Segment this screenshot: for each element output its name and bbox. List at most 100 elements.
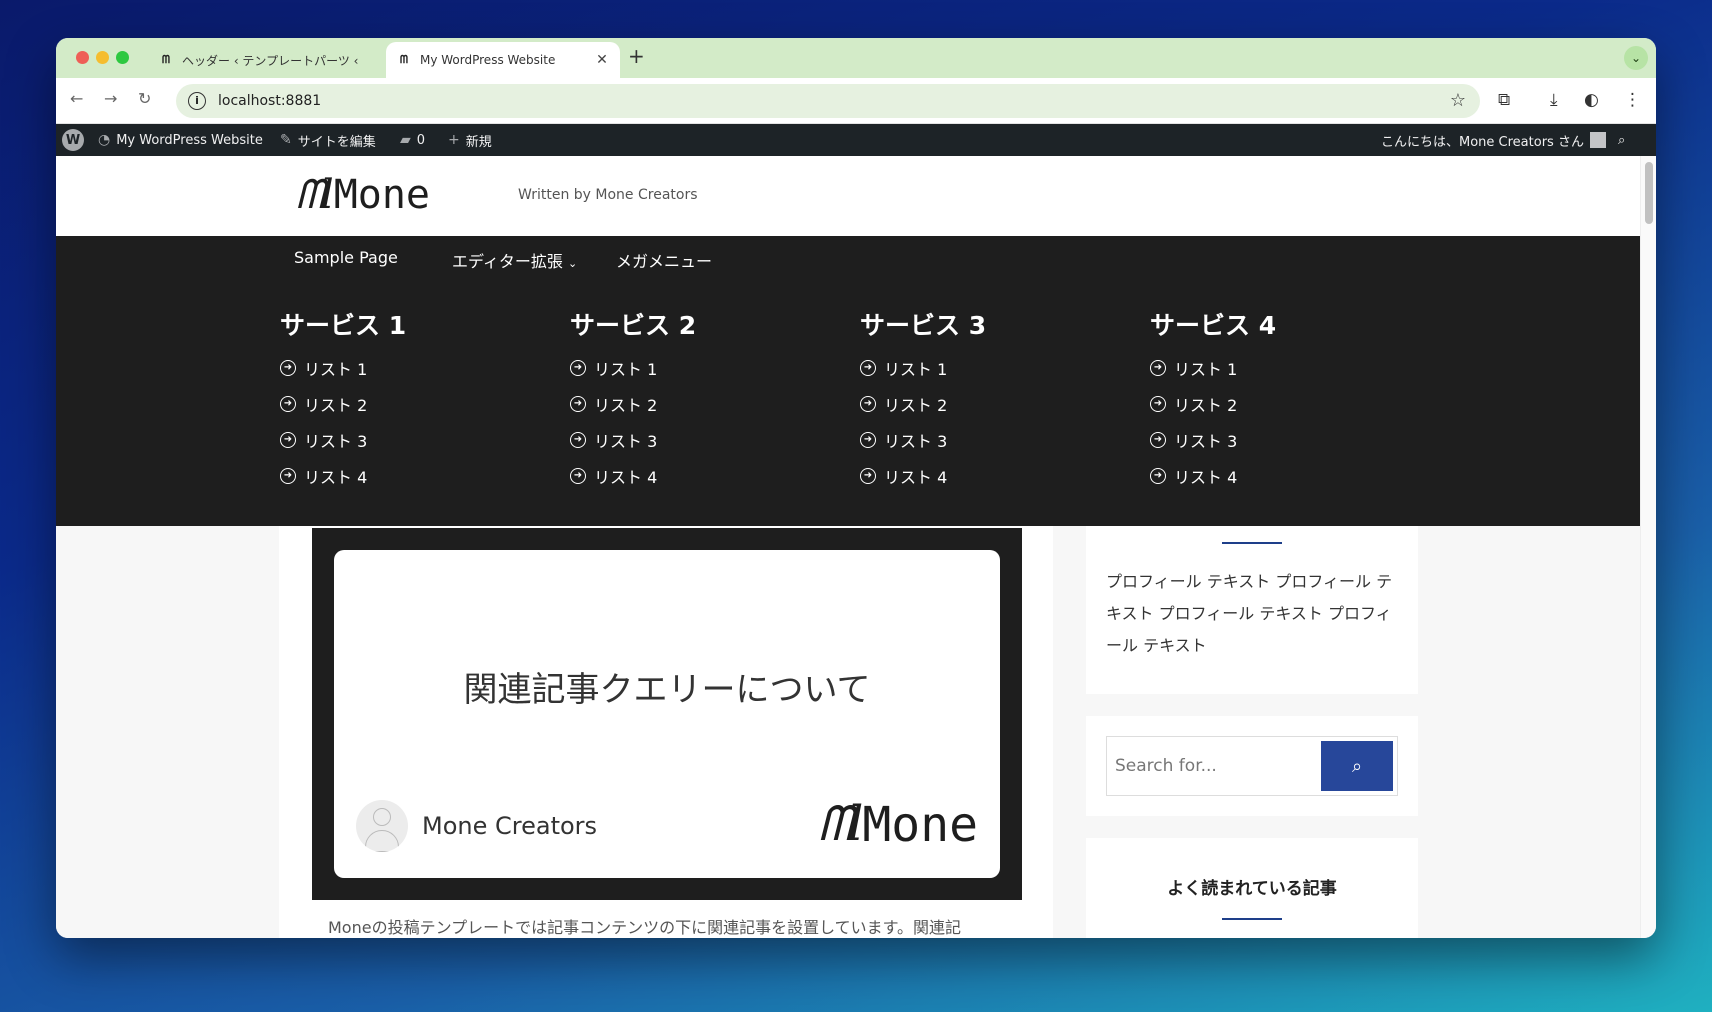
mega-menu-item-label: リスト 4 bbox=[304, 468, 368, 487]
arrow-right-circle-icon: ➜ bbox=[1150, 396, 1166, 412]
mega-menu-item[interactable]: ➜ リスト 1 bbox=[1150, 350, 1410, 386]
site-info-icon[interactable]: i bbox=[188, 92, 206, 110]
admin-search-icon[interactable]: ⌕ bbox=[1618, 124, 1625, 156]
featured-image[interactable]: 関連記事クエリーについて Mone Creators ᗰl Mone bbox=[312, 528, 1022, 900]
arrow-right-circle-icon: ➜ bbox=[280, 360, 296, 376]
mega-menu-item-label: リスト 1 bbox=[594, 360, 658, 379]
mega-menu-item[interactable]: ➜ リスト 2 bbox=[860, 386, 1120, 422]
tab-strip: ᗰ ヘッダー ‹ テンプレートパーツ ‹ ✕ ᗰ My WordPress We… bbox=[56, 38, 1656, 78]
mone-icon: ᗰ bbox=[162, 53, 170, 66]
featured-image-card: 関連記事クエリーについて Mone Creators ᗰl Mone bbox=[334, 550, 1000, 878]
extensions-icon[interactable]: ⧉ bbox=[1498, 90, 1510, 110]
page-scrollbar[interactable] bbox=[1640, 156, 1656, 938]
site-logo[interactable]: ᗰl Mone bbox=[296, 170, 430, 220]
chevron-down-icon: ⌄ bbox=[567, 257, 578, 270]
minimize-window-button[interactable] bbox=[96, 51, 109, 64]
arrow-right-circle-icon: ➜ bbox=[860, 468, 876, 484]
arrow-right-circle-icon: ➜ bbox=[860, 396, 876, 412]
nav-item-sample-page[interactable]: Sample Page bbox=[294, 248, 398, 267]
admin-comments[interactable]: ▰ 0 bbox=[400, 124, 425, 156]
wordpress-logo-icon[interactable]: W bbox=[62, 129, 84, 151]
mega-menu-item[interactable]: ➜ リスト 2 bbox=[570, 386, 830, 422]
mega-menu-item[interactable]: ➜ リスト 4 bbox=[860, 458, 1120, 494]
admin-site-name-label: My WordPress Website bbox=[116, 132, 263, 148]
arrow-right-circle-icon: ➜ bbox=[570, 360, 586, 376]
close-window-button[interactable] bbox=[76, 51, 89, 64]
mega-menu-column: サービス 1 ➜ リスト 1 ➜ リスト 2 ➜ リスト 3 ➜ リスト 4 bbox=[280, 306, 540, 494]
logo-text: Mone bbox=[333, 172, 431, 218]
arrow-right-circle-icon: ➜ bbox=[570, 396, 586, 412]
search-button[interactable]: ⌕ bbox=[1321, 741, 1393, 791]
forward-icon[interactable]: → bbox=[104, 89, 117, 108]
admin-edit-site[interactable]: ✎ サイトを編集 bbox=[280, 124, 376, 156]
more-menu-icon[interactable]: ⋮ bbox=[1624, 90, 1641, 110]
plus-icon: + bbox=[448, 132, 460, 148]
wp-admin-bar: W ◔ My WordPress Website ✎ サイトを編集 ▰ 0 + … bbox=[56, 124, 1656, 156]
address-bar[interactable]: i localhost:8881 ☆ bbox=[176, 84, 1480, 118]
mega-menu-item[interactable]: ➜ リスト 4 bbox=[1150, 458, 1410, 494]
mega-menu-item[interactable]: ➜ リスト 2 bbox=[1150, 386, 1410, 422]
nav-item-label: エディター拡張 bbox=[452, 252, 563, 271]
mega-menu-item[interactable]: ➜ リスト 2 bbox=[280, 386, 540, 422]
close-icon[interactable]: ✕ bbox=[594, 52, 610, 68]
bookmark-star-icon[interactable]: ☆ bbox=[1450, 90, 1466, 111]
mega-menu-item[interactable]: ➜ リスト 4 bbox=[280, 458, 540, 494]
scrollbar-thumb[interactable] bbox=[1645, 162, 1653, 224]
tab-title: ヘッダー ‹ テンプレートパーツ ‹ bbox=[182, 53, 359, 68]
logo-text: Mone bbox=[862, 796, 978, 853]
download-icon[interactable]: ⤓ bbox=[1550, 90, 1558, 110]
mega-menu-item-label: リスト 1 bbox=[304, 360, 368, 379]
admin-new[interactable]: + 新規 bbox=[448, 124, 492, 156]
avatar bbox=[1589, 132, 1606, 148]
mega-menu-item-label: リスト 2 bbox=[594, 396, 658, 415]
mega-menu-column: サービス 3 ➜ リスト 1 ➜ リスト 2 ➜ リスト 3 ➜ リスト 4 bbox=[860, 306, 1120, 494]
arrow-right-circle-icon: ➜ bbox=[860, 360, 876, 376]
avatar bbox=[356, 800, 408, 852]
mega-menu-item[interactable]: ➜ リスト 1 bbox=[860, 350, 1120, 386]
mega-menu-item[interactable]: ➜ リスト 3 bbox=[860, 422, 1120, 458]
mega-menu-title[interactable]: サービス 3 bbox=[860, 306, 1120, 342]
nav-item-editor-extensions[interactable]: エディター拡張 ⌄ bbox=[452, 248, 577, 272]
popular-posts-widget: よく読まれている記事 bbox=[1086, 838, 1418, 938]
arrow-right-circle-icon: ➜ bbox=[570, 432, 586, 448]
mega-menu-title[interactable]: サービス 4 bbox=[1150, 306, 1410, 342]
arrow-right-circle-icon: ➜ bbox=[1150, 432, 1166, 448]
mega-menu-item[interactable]: ➜ リスト 4 bbox=[570, 458, 830, 494]
nav-item-mega-menu[interactable]: メガメニュー bbox=[616, 248, 712, 272]
mega-menu-item[interactable]: ➜ リスト 3 bbox=[570, 422, 830, 458]
admin-site-name[interactable]: ◔ My WordPress Website bbox=[98, 124, 263, 156]
arrow-right-circle-icon: ➜ bbox=[280, 396, 296, 412]
arrow-right-circle-icon: ➜ bbox=[1150, 468, 1166, 484]
reload-icon[interactable]: ↻ bbox=[138, 89, 151, 108]
mega-menu-item-label: リスト 4 bbox=[594, 468, 658, 487]
mone-icon: ᗰ bbox=[400, 53, 408, 66]
mega-menu-item[interactable]: ➜ リスト 3 bbox=[1150, 422, 1410, 458]
comments-count: 0 bbox=[416, 132, 426, 148]
admin-account[interactable]: こんにちは、Mone Creators さん bbox=[1381, 124, 1606, 156]
new-tab-icon[interactable]: + bbox=[628, 44, 645, 68]
mega-menu-item-label: リスト 4 bbox=[1174, 468, 1238, 487]
mega-menu-item[interactable]: ➜ リスト 1 bbox=[280, 350, 540, 386]
profile-widget: プロフィール テキスト プロフィール テキスト プロフィール テキスト プロフィ… bbox=[1086, 526, 1418, 694]
mega-menu-item-label: リスト 2 bbox=[884, 396, 948, 415]
arrow-right-circle-icon: ➜ bbox=[570, 468, 586, 484]
mega-menu-item[interactable]: ➜ リスト 3 bbox=[280, 422, 540, 458]
mega-menu-item-label: リスト 1 bbox=[884, 360, 948, 379]
maximize-window-button[interactable] bbox=[116, 51, 129, 64]
comment-icon: ▰ bbox=[400, 132, 411, 148]
mega-menu-item[interactable]: ➜ リスト 1 bbox=[570, 350, 830, 386]
back-icon[interactable]: ← bbox=[70, 89, 83, 108]
arrow-right-circle-icon: ➜ bbox=[280, 432, 296, 448]
mega-menu-item-label: リスト 3 bbox=[884, 432, 948, 451]
admin-greeting: こんにちは、Mone Creators さん bbox=[1381, 134, 1584, 150]
profile-icon[interactable]: ◐ bbox=[1584, 90, 1599, 110]
divider bbox=[1222, 918, 1282, 920]
search-input[interactable] bbox=[1107, 737, 1321, 795]
mega-menu-title[interactable]: サービス 1 bbox=[280, 306, 540, 342]
search-icon: ⌕ bbox=[1351, 755, 1363, 776]
browser-tab-site[interactable]: ᗰ My WordPress Website ✕ bbox=[386, 42, 620, 78]
mega-menu-title[interactable]: サービス 2 bbox=[570, 306, 830, 342]
arrow-right-circle-icon: ➜ bbox=[860, 432, 876, 448]
admin-new-label: 新規 bbox=[465, 134, 492, 150]
chevron-down-icon[interactable]: ⌄ bbox=[1624, 46, 1648, 70]
